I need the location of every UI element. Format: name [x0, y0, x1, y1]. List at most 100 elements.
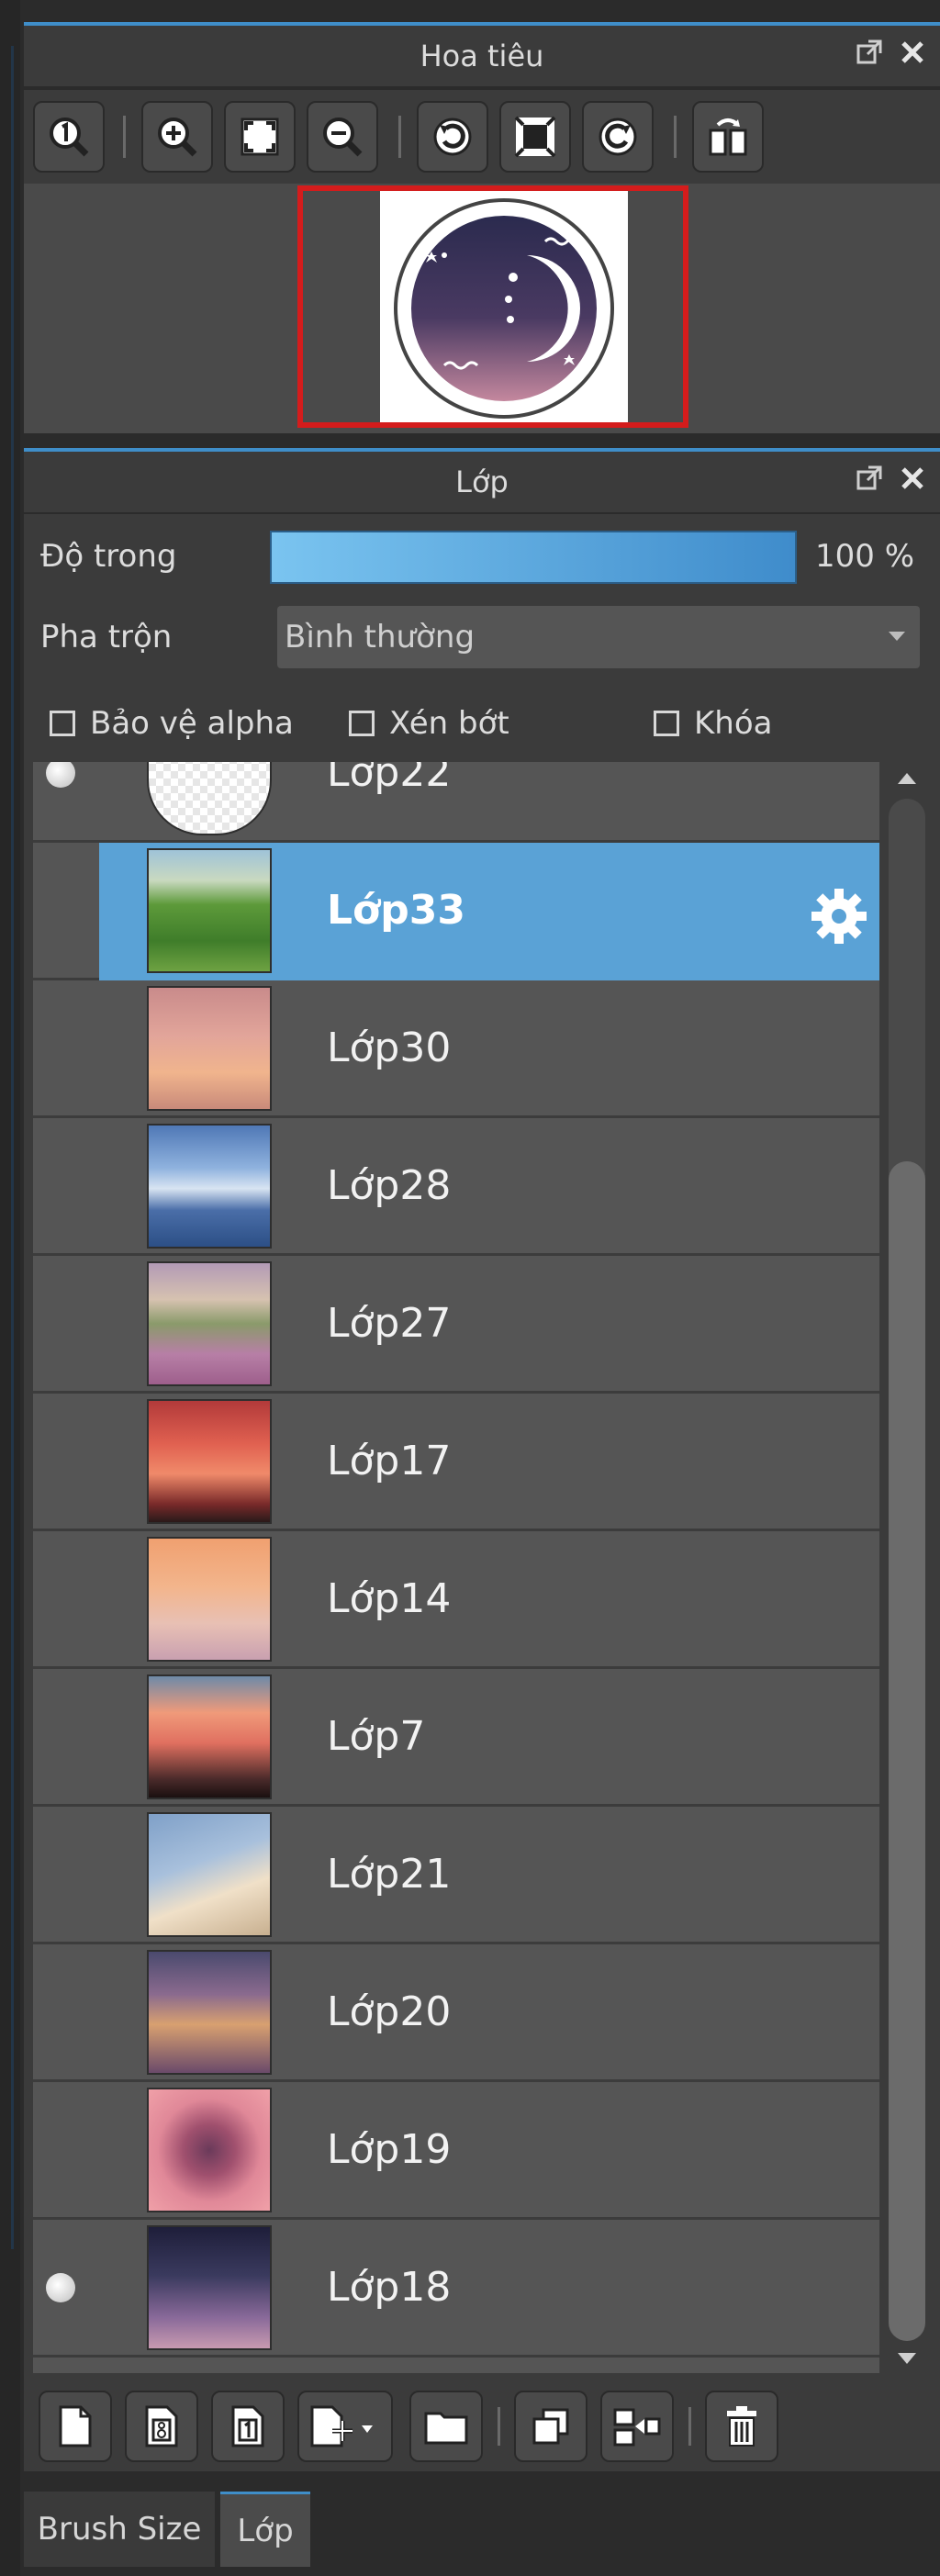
opacity-label: Độ trong: [40, 538, 177, 575]
layer-row[interactable]: Lớp28: [33, 1118, 879, 1256]
layer-row[interactable]: Lớp7: [33, 1669, 879, 1807]
layer-thumbnail: [147, 1674, 272, 1799]
checkbox-box[interactable]: [654, 711, 679, 736]
visibility-icon[interactable]: [46, 762, 75, 788]
layer-thumbnail: [147, 1124, 272, 1249]
flip-horizontal-icon: [709, 118, 747, 156]
layer-thumbnail: [147, 1812, 272, 1937]
checkbox-box[interactable]: [349, 711, 375, 736]
rotate-left-icon: [433, 118, 472, 156]
protect-alpha-checkbox[interactable]: Bảo vệ alpha: [50, 705, 294, 742]
zoom-in-icon: [158, 118, 197, 157]
clipping-label: Xén bớt: [389, 705, 509, 742]
delete-layer-button[interactable]: [705, 2391, 778, 2462]
gear-icon[interactable]: [808, 885, 870, 947]
left-edge-strip: [0, 0, 20, 2576]
visibility-icon[interactable]: [46, 2273, 75, 2302]
add-layer-menu-button[interactable]: [297, 2391, 393, 2462]
popout-icon[interactable]: [856, 39, 883, 66]
layer-thumbnail: [147, 986, 272, 1111]
layer-name: Lớp28: [327, 1162, 452, 1209]
duplicate-layer-button[interactable]: [514, 2391, 588, 2462]
lock-checkbox[interactable]: Khóa: [654, 705, 772, 742]
scroll-down-icon[interactable]: [898, 2353, 916, 2364]
scroll-thumb[interactable]: [889, 1161, 925, 2341]
merge-down-button[interactable]: [600, 2391, 674, 2462]
tab-layers[interactable]: Lớp: [220, 2492, 310, 2567]
fit-canvas-button[interactable]: [499, 101, 571, 173]
blend-mode-value: Bình thường: [285, 619, 476, 655]
blend-mode-select[interactable]: Bình thường: [277, 606, 920, 668]
clipping-checkbox[interactable]: Xén bớt: [349, 705, 509, 742]
layer-name: Lớp30: [327, 1025, 452, 1071]
navigator-preview-area[interactable]: [24, 184, 940, 433]
panel-tabs: Brush Size Lớp: [24, 2484, 940, 2576]
layer-row[interactable]: Lớp27: [33, 1256, 879, 1394]
layer-thumbnail: [147, 1537, 272, 1662]
layer-name: Lớp22: [327, 762, 452, 796]
layer-name: Lớp7: [327, 1713, 426, 1760]
navigator-panel-header: Hoa tiêu: [24, 22, 940, 86]
duplicate-layer-icon: [532, 2408, 569, 2445]
opacity-value: 100 %: [815, 538, 915, 575]
layer-list[interactable]: Lớp22 Lớp33 Lớp30 Lớp28 Lớp27 Lớp17 Lớp1…: [33, 762, 879, 2373]
layer-row-selected[interactable]: Lớp33: [33, 843, 879, 980]
layer-name: Lớp14: [327, 1575, 452, 1622]
new-folder-button[interactable]: [409, 2391, 483, 2462]
new-8bit-layer-icon: [145, 2405, 178, 2447]
new-layer-button[interactable]: [39, 2391, 112, 2462]
layer-thumbnail: [147, 1950, 272, 2075]
delete-layer-icon: [727, 2406, 756, 2447]
zoom-in-button[interactable]: [141, 101, 213, 173]
layer-name: Lớp21: [327, 1851, 452, 1898]
zoom-out-icon: [323, 118, 363, 157]
rotate-left-button[interactable]: [417, 101, 488, 173]
tab-brush-size[interactable]: Brush Size: [24, 2492, 215, 2567]
navigator-panel-title: Hoa tiêu: [420, 39, 544, 73]
flip-horizontal-button[interactable]: [692, 101, 764, 173]
scroll-up-icon[interactable]: [898, 773, 916, 784]
merge-down-icon: [613, 2408, 661, 2447]
protect-alpha-label: Bảo vệ alpha: [90, 705, 294, 742]
layer-thumbnail: [147, 848, 272, 973]
rotate-right-button[interactable]: [582, 101, 654, 173]
popout-icon[interactable]: [856, 465, 883, 492]
layer-name: Lớp20: [327, 1988, 452, 2035]
close-icon[interactable]: [900, 39, 925, 65]
opacity-slider[interactable]: [270, 531, 797, 584]
layer-name: Lớp33: [327, 887, 465, 934]
tab-brush-size-label: Brush Size: [37, 2511, 202, 2548]
layer-actions-toolbar: [24, 2380, 940, 2471]
layer-thumbnail: [147, 2225, 272, 2350]
layer-name: Lớp19: [327, 2126, 452, 2173]
layers-panel-header: Lớp: [24, 448, 940, 512]
layer-name: Lớp27: [327, 1300, 452, 1347]
new-8bit-layer-button[interactable]: [125, 2391, 198, 2462]
zoom-out-button[interactable]: [307, 101, 378, 173]
layers-panel-title: Lớp: [455, 465, 509, 499]
navigator-toolbar: [24, 90, 940, 184]
add-layer-menu-icon: [310, 2405, 373, 2447]
checkbox-box[interactable]: [50, 711, 75, 736]
layer-thumbnail: [147, 1261, 272, 1386]
layer-row[interactable]: Lớp21: [33, 1807, 879, 1944]
layer-row[interactable]: Lớp20: [33, 1944, 879, 2082]
viewport-frame[interactable]: [297, 185, 688, 428]
layer-row[interactable]: Lớp18: [33, 2220, 879, 2358]
layer-row[interactable]: Lớp14: [33, 1531, 879, 1669]
new-1bit-layer-button[interactable]: [211, 2391, 285, 2462]
zoom-100-button[interactable]: [33, 101, 105, 173]
layer-row[interactable]: Lớp19: [33, 2082, 879, 2220]
tab-layers-label: Lớp: [237, 2512, 294, 2549]
layer-row[interactable]: Lớp30: [33, 980, 879, 1118]
blend-mode-label: Pha trộn: [40, 619, 173, 655]
layer-thumbnail: [147, 762, 272, 835]
new-layer-icon: [59, 2405, 92, 2447]
layer-row[interactable]: Lớp22: [33, 762, 879, 843]
rotate-right-icon: [599, 118, 637, 156]
layer-list-scrollbar[interactable]: [883, 762, 931, 2373]
fit-screen-button[interactable]: [224, 101, 296, 173]
close-icon[interactable]: [900, 465, 925, 491]
layer-thumbnail: [147, 2088, 272, 2212]
layer-row[interactable]: Lớp17: [33, 1394, 879, 1531]
